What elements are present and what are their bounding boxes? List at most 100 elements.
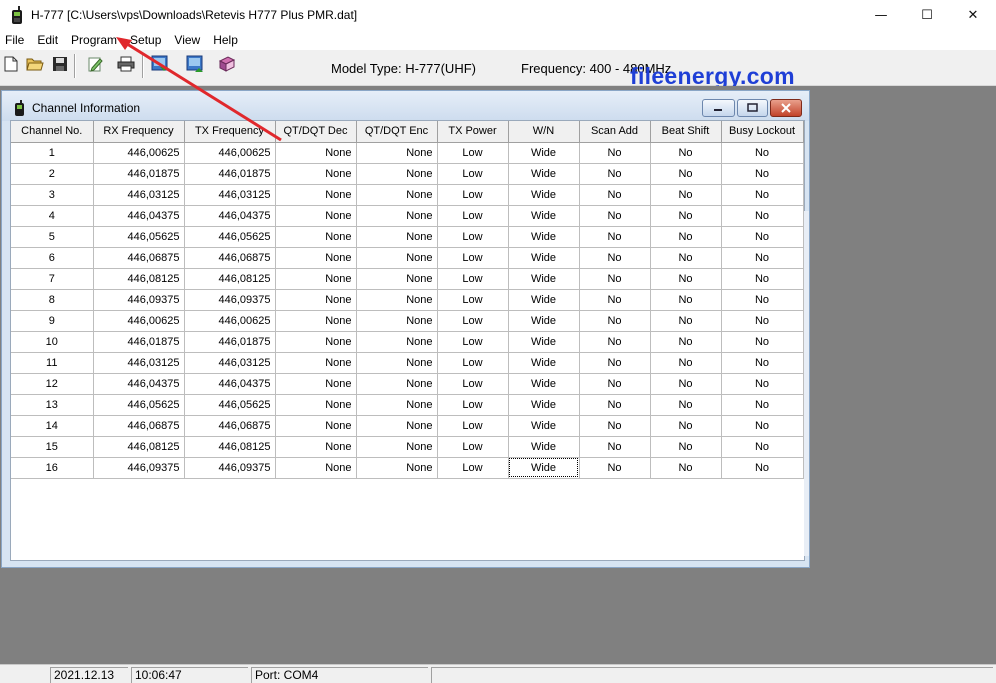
- table-cell[interactable]: No: [721, 247, 804, 269]
- menu-program[interactable]: Program: [66, 30, 122, 50]
- table-row[interactable]: 13 446,05625 446,05625 None None Low Wide No No N…: [11, 394, 804, 416]
- table-cell[interactable]: None: [275, 226, 357, 248]
- table-cell[interactable]: None: [275, 394, 357, 416]
- table-row[interactable]: 11 446,03125 446,03125 None None Low Wide No No N…: [11, 352, 804, 374]
- child-minimize-button[interactable]: [702, 99, 735, 117]
- table-cell[interactable]: No: [721, 352, 804, 374]
- table-cell[interactable]: None: [356, 394, 438, 416]
- table-cell[interactable]: No: [579, 184, 651, 206]
- table-row[interactable]: 9 446,00625 446,00625 None None Low Wide No No No: [11, 310, 804, 332]
- column-header[interactable]: Scan Add: [579, 121, 651, 143]
- edit-notepad-icon[interactable]: [84, 53, 106, 75]
- table-cell[interactable]: 446,01875: [184, 331, 276, 353]
- table-cell[interactable]: None: [275, 163, 357, 185]
- table-row[interactable]: 1 446,00625 446,00625 None None Low Wide No No No: [11, 142, 804, 164]
- table-cell[interactable]: No: [579, 415, 651, 437]
- table-cell[interactable]: Low: [437, 247, 509, 269]
- table-row[interactable]: 10 446,01875 446,01875 None None Low Wide No No N…: [11, 331, 804, 353]
- table-cell[interactable]: 446,00625: [93, 142, 185, 164]
- table-cell[interactable]: No: [579, 268, 651, 290]
- table-cell[interactable]: 8: [11, 289, 94, 311]
- menu-help[interactable]: Help: [208, 30, 243, 50]
- table-row[interactable]: 15 446,08125 446,08125 None None Low Wide No No N…: [11, 436, 804, 458]
- table-cell[interactable]: 446,00625: [184, 310, 276, 332]
- close-button[interactable]: ✕: [950, 0, 996, 30]
- table-cell[interactable]: 446,04375: [184, 373, 276, 395]
- table-cell[interactable]: No: [721, 268, 804, 290]
- table-cell[interactable]: Wide: [508, 394, 580, 416]
- table-cell[interactable]: Low: [437, 457, 509, 479]
- table-cell[interactable]: 446,04375: [93, 205, 185, 227]
- table-cell[interactable]: 1: [11, 142, 94, 164]
- table-cell[interactable]: None: [275, 457, 357, 479]
- table-row[interactable]: 6 446,06875 446,06875 None None Low Wide No No No: [11, 247, 804, 269]
- table-cell[interactable]: 446,08125: [184, 436, 276, 458]
- table-cell[interactable]: No: [650, 205, 722, 227]
- table-row[interactable]: 5 446,05625 446,05625 None None Low Wide No No No: [11, 226, 804, 248]
- help-book-icon[interactable]: [216, 53, 238, 75]
- table-cell[interactable]: Low: [437, 331, 509, 353]
- table-cell[interactable]: None: [356, 163, 438, 185]
- table-cell[interactable]: Low: [437, 184, 509, 206]
- table-cell[interactable]: None: [356, 142, 438, 164]
- table-cell[interactable]: 446,03125: [93, 184, 185, 206]
- table-row[interactable]: 4 446,04375 446,04375 None None Low Wide No No No: [11, 205, 804, 227]
- table-cell[interactable]: None: [356, 268, 438, 290]
- table-cell[interactable]: Wide: [508, 163, 580, 185]
- table-cell[interactable]: None: [275, 268, 357, 290]
- table-cell[interactable]: Wide: [508, 289, 580, 311]
- minimize-button[interactable]: —: [858, 0, 904, 30]
- table-cell[interactable]: None: [275, 184, 357, 206]
- table-cell[interactable]: None: [275, 352, 357, 374]
- table-cell[interactable]: 446,05625: [184, 394, 276, 416]
- table-cell[interactable]: No: [721, 205, 804, 227]
- table-cell[interactable]: None: [356, 415, 438, 437]
- table-cell[interactable]: 12: [11, 373, 94, 395]
- table-cell[interactable]: 446,03125: [184, 352, 276, 374]
- table-cell[interactable]: Wide: [508, 247, 580, 269]
- table-cell[interactable]: No: [650, 142, 722, 164]
- column-header[interactable]: TX Power: [437, 121, 509, 143]
- table-cell[interactable]: No: [721, 226, 804, 248]
- column-header[interactable]: QT/DQT Dec: [275, 121, 357, 143]
- table-cell[interactable]: 446,03125: [184, 184, 276, 206]
- table-cell[interactable]: Low: [437, 394, 509, 416]
- table-cell[interactable]: 446,09375: [184, 289, 276, 311]
- table-cell[interactable]: No: [721, 373, 804, 395]
- table-cell[interactable]: Low: [437, 415, 509, 437]
- column-header[interactable]: W/N: [508, 121, 580, 143]
- column-header[interactable]: Busy Lockout: [721, 121, 804, 143]
- table-cell[interactable]: None: [356, 310, 438, 332]
- child-restore-button[interactable]: [737, 99, 768, 117]
- child-title-bar[interactable]: Channel Information: [2, 91, 809, 121]
- table-cell[interactable]: Low: [437, 352, 509, 374]
- table-cell[interactable]: No: [721, 457, 804, 479]
- table-cell[interactable]: 446,08125: [93, 436, 185, 458]
- table-cell[interactable]: No: [721, 163, 804, 185]
- table-cell[interactable]: No: [579, 310, 651, 332]
- table-cell[interactable]: No: [579, 331, 651, 353]
- table-cell[interactable]: None: [356, 457, 438, 479]
- table-row[interactable]: 2 446,01875 446,01875 None None Low Wide No No No: [11, 163, 804, 185]
- table-cell[interactable]: 446,05625: [184, 226, 276, 248]
- table-cell[interactable]: Wide: [508, 205, 580, 227]
- table-cell[interactable]: 13: [11, 394, 94, 416]
- table-cell[interactable]: No: [579, 205, 651, 227]
- table-cell[interactable]: 11: [11, 352, 94, 374]
- table-cell[interactable]: None: [275, 415, 357, 437]
- table-cell[interactable]: Low: [437, 268, 509, 290]
- menu-file[interactable]: File: [0, 30, 29, 50]
- table-cell[interactable]: No: [721, 184, 804, 206]
- table-row[interactable]: 16 446,09375 446,09375 None None Low Wide No No N…: [11, 457, 804, 479]
- table-cell[interactable]: 446,05625: [93, 394, 185, 416]
- table-cell[interactable]: None: [356, 331, 438, 353]
- table-cell[interactable]: No: [650, 373, 722, 395]
- table-cell[interactable]: Wide: [508, 226, 580, 248]
- table-cell[interactable]: Wide: [508, 331, 580, 353]
- table-cell[interactable]: 446,01875: [184, 163, 276, 185]
- table-cell[interactable]: 2: [11, 163, 94, 185]
- table-cell[interactable]: No: [650, 310, 722, 332]
- table-cell[interactable]: No: [579, 436, 651, 458]
- table-cell[interactable]: Low: [437, 142, 509, 164]
- new-file-icon[interactable]: [0, 53, 22, 75]
